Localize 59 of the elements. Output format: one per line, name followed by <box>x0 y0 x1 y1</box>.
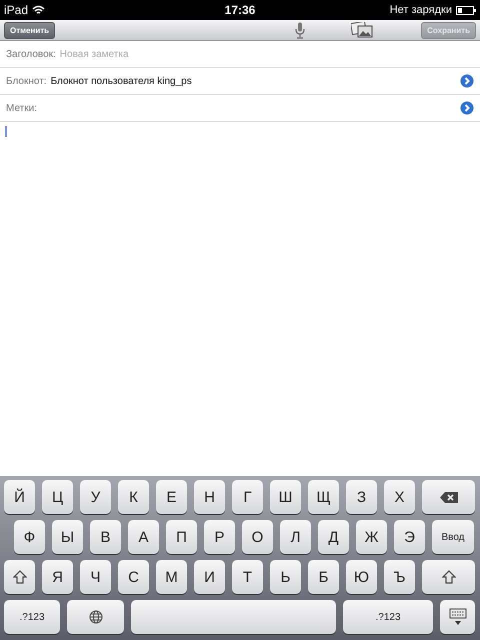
letter-key[interactable]: Ж <box>356 520 387 554</box>
field-label: Заголовок: <box>6 48 56 60</box>
letter-key[interactable]: Т <box>232 560 263 594</box>
cancel-button[interactable]: Отменить <box>4 22 56 38</box>
letter-key[interactable]: Ь <box>270 560 301 594</box>
letter-key[interactable]: Р <box>204 520 235 554</box>
letter-key[interactable]: Н <box>194 480 225 514</box>
disclosure-icon[interactable] <box>460 74 474 88</box>
shift-icon <box>12 570 26 584</box>
enter-key[interactable]: Ввод <box>432 520 474 554</box>
battery-icon <box>456 6 476 14</box>
letter-key[interactable]: Ч <box>80 560 111 594</box>
letter-key[interactable]: Х <box>384 480 415 514</box>
letter-key[interactable]: Ф <box>14 520 45 554</box>
letter-key[interactable]: Г <box>232 480 263 514</box>
letter-key[interactable]: Й <box>4 480 35 514</box>
letter-key[interactable]: Щ <box>308 480 339 514</box>
letter-key[interactable]: Ы <box>52 520 83 554</box>
numbers-key[interactable]: .?123 <box>343 600 433 634</box>
device-name: iPad <box>4 3 28 17</box>
letter-key[interactable]: К <box>118 480 149 514</box>
letter-key[interactable]: И <box>194 560 225 594</box>
disclosure-icon[interactable] <box>460 101 474 115</box>
letter-key[interactable]: О <box>242 520 273 554</box>
letter-key[interactable]: Ю <box>346 560 377 594</box>
globe-icon <box>88 610 102 624</box>
field-label: Блокнот: <box>6 76 47 86</box>
field-label: Метки: <box>6 102 37 114</box>
clock: 17:36 <box>224 3 256 17</box>
letter-key[interactable]: Е <box>156 480 187 514</box>
letter-key[interactable]: Л <box>280 520 311 554</box>
shift-icon <box>442 570 456 584</box>
wifi-icon <box>32 5 46 15</box>
photos-icon[interactable] <box>351 22 374 38</box>
letter-key[interactable]: Ш <box>270 480 301 514</box>
letter-key[interactable]: Э <box>394 520 425 554</box>
shift-key[interactable] <box>4 560 35 594</box>
field-value[interactable]: Блокнот пользователя king_ps <box>50 76 192 86</box>
letter-key[interactable]: С <box>118 560 149 594</box>
letter-key[interactable]: Б <box>308 560 339 594</box>
letter-key[interactable]: Я <box>42 560 73 594</box>
letter-key[interactable]: У <box>80 480 111 514</box>
keyboard-hide-icon <box>448 608 466 626</box>
letter-key[interactable]: П <box>166 520 197 554</box>
backspace-key[interactable] <box>422 480 475 514</box>
shift-key[interactable] <box>422 560 475 594</box>
letter-key[interactable]: М <box>156 560 187 594</box>
letter-key[interactable]: Ъ <box>384 560 415 594</box>
letter-key[interactable]: Д <box>318 520 349 554</box>
letter-key[interactable]: А <box>128 520 159 554</box>
letter-key[interactable]: В <box>90 520 121 554</box>
globe-key[interactable] <box>67 600 124 634</box>
charging-status: Нет зарядки <box>390 4 452 16</box>
letter-key[interactable]: Ц <box>42 480 73 514</box>
backspace-icon <box>440 492 458 502</box>
numbers-key[interactable]: .?123 <box>4 600 60 634</box>
hide-key[interactable] <box>440 600 475 634</box>
microphone-icon[interactable] <box>295 22 306 38</box>
letter-key[interactable]: З <box>346 480 377 514</box>
